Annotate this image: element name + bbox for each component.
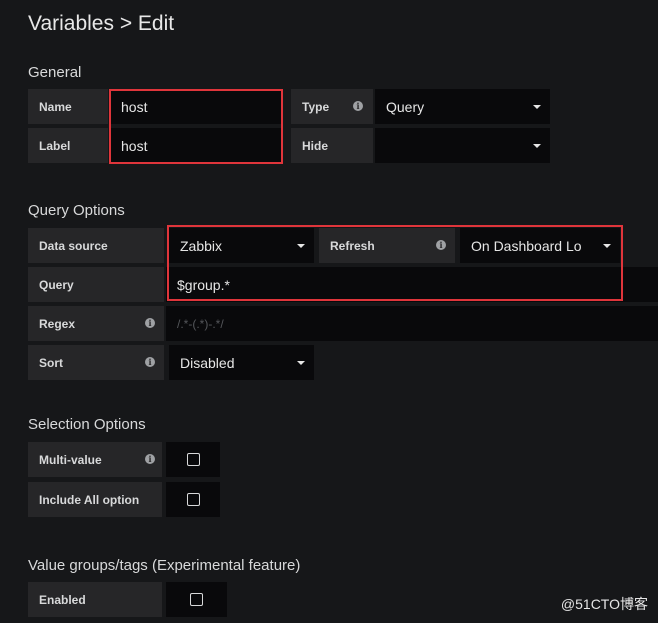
- multi-value-checkbox[interactable]: [166, 442, 220, 477]
- query-label: Query: [28, 267, 164, 302]
- refresh-select-value: On Dashboard Lo: [471, 237, 582, 254]
- caret-down-icon: [297, 243, 305, 248]
- caret-down-icon: [297, 360, 305, 365]
- datasource-label: Data source: [28, 228, 164, 263]
- type-label: Type i: [291, 89, 373, 124]
- multi-value-label: Multi-value i: [28, 442, 162, 477]
- section-general: General: [28, 64, 82, 81]
- refresh-select[interactable]: On Dashboard Lo: [460, 228, 620, 263]
- info-icon: i: [436, 240, 446, 250]
- section-value-groups: Value groups/tags (Experimental feature): [28, 557, 301, 574]
- label-label: Label: [28, 128, 108, 163]
- checkbox-icon: [190, 593, 203, 606]
- datasource-select-value: Zabbix: [180, 237, 223, 254]
- include-all-checkbox[interactable]: [166, 482, 220, 517]
- type-select-value: Query: [386, 98, 425, 115]
- type-label-text: Type: [302, 99, 330, 114]
- refresh-label: Refresh i: [319, 228, 455, 263]
- name-label: Name: [28, 89, 108, 124]
- section-query-options: Query Options: [28, 202, 125, 219]
- sort-label-text: Sort: [39, 355, 63, 370]
- label-input[interactable]: host: [110, 128, 283, 163]
- name-input[interactable]: host: [110, 89, 283, 124]
- caret-down-icon: [533, 104, 541, 109]
- regex-label-text: Regex: [39, 316, 76, 331]
- enabled-checkbox[interactable]: [166, 582, 227, 617]
- info-icon: i: [353, 101, 363, 111]
- hide-select[interactable]: [375, 128, 550, 163]
- sort-select[interactable]: Disabled: [169, 345, 314, 380]
- section-selection-options: Selection Options: [28, 416, 146, 433]
- info-icon: i: [145, 357, 155, 367]
- query-input[interactable]: $group.*: [166, 267, 658, 302]
- checkbox-icon: [186, 493, 200, 506]
- datasource-select[interactable]: Zabbix: [169, 228, 314, 263]
- refresh-label-text: Refresh: [330, 238, 375, 253]
- sort-select-value: Disabled: [180, 354, 235, 371]
- checkbox-icon: [186, 453, 200, 466]
- include-all-label: Include All option: [28, 482, 162, 517]
- sort-label: Sort i: [28, 345, 164, 380]
- page-title: Variables > Edit: [28, 12, 175, 35]
- multi-value-label-text: Multi-value: [39, 452, 102, 467]
- type-select[interactable]: Query: [375, 89, 550, 124]
- enabled-label: Enabled: [28, 582, 162, 617]
- watermark: @51CTO博客: [560, 596, 648, 612]
- caret-down-icon: [533, 143, 541, 148]
- info-icon: i: [145, 454, 155, 464]
- info-icon: i: [145, 318, 155, 328]
- caret-down-icon: [603, 243, 611, 248]
- hide-label: Hide: [291, 128, 373, 163]
- regex-input[interactable]: /.*-(.*)-.*/: [166, 306, 658, 341]
- regex-label: Regex i: [28, 306, 164, 341]
